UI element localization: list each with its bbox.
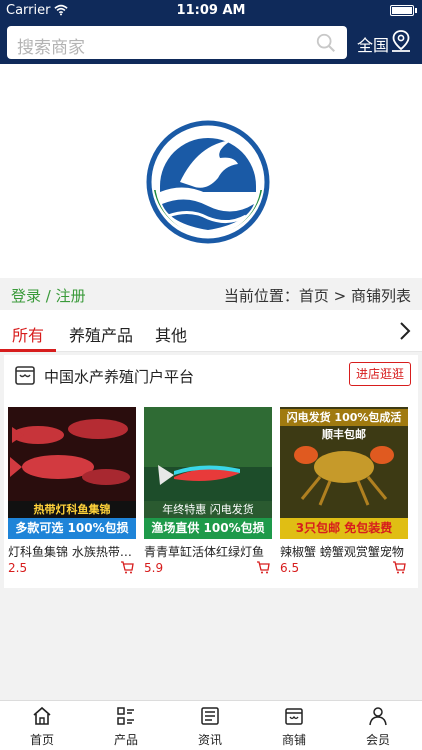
- list-icon: [117, 707, 134, 725]
- home-icon: [33, 706, 51, 725]
- nav-shops-label: 商铺: [281, 733, 306, 747]
- product-name[interactable]: 辣椒蟹 螃蟹观赏蟹宠物: [280, 543, 408, 560]
- nav-products-label: 产品: [113, 733, 138, 747]
- clock: 11:09 AM: [176, 3, 246, 18]
- status-bar: Carrier 11:09 AM: [0, 0, 422, 22]
- shop-logo-banner: [0, 64, 422, 278]
- enter-shop-button[interactable]: 进店逛逛: [349, 362, 411, 386]
- promo-top-label: 热带灯科鱼集锦: [8, 501, 136, 518]
- product-image[interactable]: 热带灯科鱼集锦 多款可选 100%包损: [8, 407, 136, 539]
- shop-card: 中国水产养殖门户平台 进店逛逛 热带灯科鱼集锦 多款可选 100%包损 灯科鱼集…: [4, 355, 418, 588]
- battery-tip: [415, 8, 417, 13]
- chevron-right-icon[interactable]: [398, 321, 412, 341]
- promo-bottom-label: 3只包邮 免包装费: [280, 518, 408, 539]
- tab-breeding-products[interactable]: 养殖产品: [69, 322, 133, 346]
- store-icon: [15, 366, 35, 385]
- nav-home-label: 首页: [29, 733, 54, 747]
- product-price: 2.5: [8, 561, 28, 575]
- promo-top-label: 闪电发货 100%包成活 顺丰包邮: [280, 409, 408, 441]
- bottom-nav: 首页 产品 资讯 商铺 会员: [0, 700, 422, 750]
- top-bar: Carrier 11:09 AM 搜索商家 全国: [0, 0, 422, 64]
- location-pin-icon[interactable]: [390, 29, 412, 53]
- product-price: 5.9: [144, 561, 164, 575]
- cart-icon[interactable]: [392, 561, 406, 574]
- breadcrumb: 当前位置：首页 > 商铺列表: [223, 287, 411, 305]
- promo-top-label: 年终特惠 闪电发货: [144, 501, 272, 518]
- user-icon: [369, 707, 387, 726]
- region-selector[interactable]: 全国: [357, 32, 389, 56]
- battery-icon: [390, 5, 414, 16]
- nav-news[interactable]: 资讯: [168, 701, 252, 750]
- tab-other[interactable]: 其他: [155, 322, 187, 346]
- search-input[interactable]: 搜索商家: [17, 33, 85, 58]
- cart-icon[interactable]: [256, 561, 270, 574]
- nav-news-label: 资讯: [197, 733, 222, 747]
- nav-shops[interactable]: 商铺: [252, 701, 336, 750]
- search-icon[interactable]: [315, 32, 337, 54]
- category-tabs: 所有 养殖产品 其他: [0, 310, 422, 352]
- store-icon: [285, 708, 303, 725]
- nav-products[interactable]: 产品: [84, 701, 168, 750]
- product-image[interactable]: 闪电发货 100%包成活 顺丰包邮 3只包邮 免包装费: [280, 407, 408, 539]
- breadcrumb-row: 登录 / 注册 当前位置：首页 > 商铺列表: [0, 278, 422, 310]
- nav-member-label: 会员: [365, 733, 390, 747]
- nav-member[interactable]: 会员: [336, 701, 420, 750]
- product-price: 6.5: [280, 561, 300, 575]
- promo-bottom-label: 渔场直供 100%包损: [144, 518, 272, 539]
- shop-header: 中国水产养殖门户平台 进店逛逛: [4, 355, 418, 395]
- login-register-link[interactable]: 登录 / 注册: [11, 285, 86, 306]
- fish-logo: [146, 120, 270, 244]
- product-name[interactable]: 灯科鱼集锦 水族热带鱼活体: [8, 543, 136, 560]
- news-icon: [201, 707, 219, 725]
- tab-all[interactable]: 所有: [12, 322, 44, 346]
- product-image[interactable]: 年终特惠 闪电发货 渔场直供 100%包损: [144, 407, 272, 539]
- promo-bottom-label: 多款可选 100%包损: [8, 518, 136, 539]
- nav-home[interactable]: 首页: [0, 701, 84, 750]
- product-name[interactable]: 青青草缸活体红绿灯鱼: [144, 543, 272, 560]
- search-box[interactable]: 搜索商家: [7, 26, 347, 59]
- cart-icon[interactable]: [120, 561, 134, 574]
- active-tab-indicator: [0, 349, 56, 352]
- shop-name[interactable]: 中国水产养殖门户平台: [44, 366, 194, 387]
